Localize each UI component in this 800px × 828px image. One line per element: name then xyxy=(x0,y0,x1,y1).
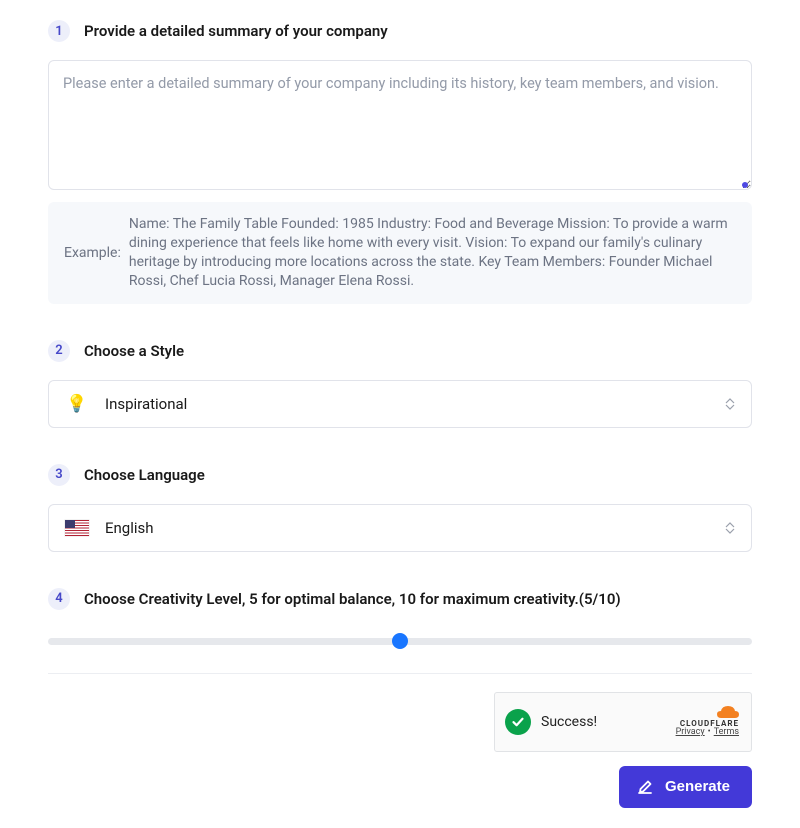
step-title: Choose a Style xyxy=(84,342,184,360)
generate-label: Generate xyxy=(665,778,730,795)
example-label: Example: xyxy=(64,245,121,261)
section-head: 3 Choose Language xyxy=(48,464,752,486)
section-head: 1 Provide a detailed summary of your com… xyxy=(48,20,752,42)
edit-icon xyxy=(637,779,653,795)
chevron-up-down-icon xyxy=(725,522,735,534)
divider xyxy=(48,673,752,674)
terms-link[interactable]: Terms xyxy=(714,727,739,737)
privacy-link[interactable]: Privacy xyxy=(676,727,705,737)
form-wrapper: 1 Provide a detailed summary of your com… xyxy=(20,0,780,808)
link-separator: • xyxy=(708,727,711,737)
step-number: 4 xyxy=(48,588,70,610)
language-select[interactable]: English xyxy=(48,504,752,552)
footer-column: Success! CLOUDFLARE Privacy•Terms xyxy=(494,692,752,808)
creativity-slider[interactable] xyxy=(48,638,752,645)
success-check-icon xyxy=(505,709,531,735)
page: 1 Provide a detailed summary of your com… xyxy=(0,0,800,828)
section-style: 2 Choose a Style 💡 Inspirational xyxy=(48,340,752,428)
example-box: Example: Name: The Family Table Founded:… xyxy=(48,202,752,304)
slider-thumb[interactable] xyxy=(392,633,408,649)
step-title: Provide a detailed summary of your compa… xyxy=(84,22,388,40)
lightbulb-icon: 💡 xyxy=(65,392,89,416)
footer: Success! CLOUDFLARE Privacy•Terms xyxy=(48,692,752,808)
chevron-up-down-icon xyxy=(725,398,735,410)
cloudflare-logo-icon xyxy=(717,706,739,718)
cloudflare-brand: CLOUDFLARE Privacy•Terms xyxy=(676,706,739,737)
language-value: English xyxy=(105,519,154,537)
cloudflare-links: Privacy•Terms xyxy=(676,728,739,737)
resize-handle-icon[interactable] xyxy=(742,182,748,188)
textarea-wrap xyxy=(48,60,752,194)
step-number: 3 xyxy=(48,464,70,486)
section-company-summary: 1 Provide a detailed summary of your com… xyxy=(48,20,752,304)
step-number: 2 xyxy=(48,340,70,362)
step-title: Choose Creativity Level, 5 for optimal b… xyxy=(84,590,621,608)
example-body: Name: The Family Table Founded: 1985 Ind… xyxy=(129,215,736,291)
section-head: 4 Choose Creativity Level, 5 for optimal… xyxy=(48,588,752,610)
section-language: 3 Choose Language English xyxy=(48,464,752,552)
generate-button[interactable]: Generate xyxy=(619,766,752,808)
style-value: Inspirational xyxy=(105,395,187,413)
style-select[interactable]: 💡 Inspirational xyxy=(48,380,752,428)
flag-us-icon xyxy=(65,520,89,536)
captcha-widget: Success! CLOUDFLARE Privacy•Terms xyxy=(494,692,752,752)
step-number: 1 xyxy=(48,20,70,42)
section-head: 2 Choose a Style xyxy=(48,340,752,362)
captcha-status: Success! xyxy=(541,714,597,730)
step-title: Choose Language xyxy=(84,466,205,484)
section-creativity: 4 Choose Creativity Level, 5 for optimal… xyxy=(48,588,752,645)
company-summary-input[interactable] xyxy=(48,60,752,190)
